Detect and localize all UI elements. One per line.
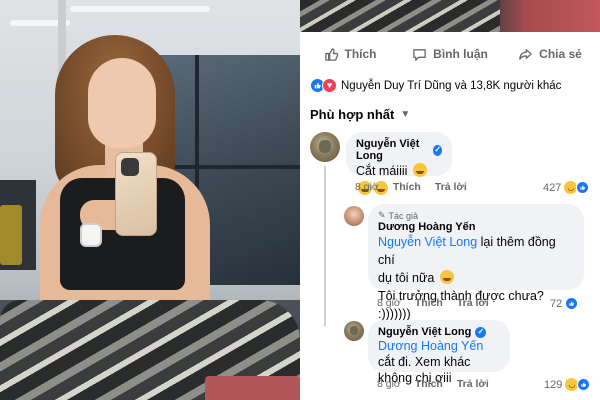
comment-label: Bình luận [433,47,488,61]
comment-meta: 8 giờ Thích Trả lời [377,297,489,309]
avatar[interactable] [344,321,364,341]
chevron-down-icon: ▼ [400,109,411,120]
nerd-face-icon [439,270,454,284]
facebook-post-panel: Thích Bình luận Chia sẻ ♥ Nguyễn Duy Trí… [300,0,600,400]
comment-author[interactable]: Dương Hoàng Yến [378,221,475,233]
comment-bubble: Nguyễn Việt Long ✓ Cắt máiiii [346,132,452,195]
like-button[interactable]: Thích [300,40,400,68]
verified-badge-icon: ✓ [433,144,442,156]
woman-face [88,58,156,148]
share-icon [519,48,532,60]
share-label: Chia sẻ [539,47,582,61]
phone [115,152,157,236]
comment-reaction-count[interactable]: 72 [550,297,579,310]
sort-label: Phù hợp nhất [310,107,395,122]
comment-like-button[interactable]: Thích [393,181,421,193]
reactions-text: Nguyễn Duy Trí Dũng và 13,8K người khác [341,79,562,92]
comment-time[interactable]: 8 giờ [355,181,379,193]
photo-strip[interactable] [300,0,600,32]
pencil-icon: ✎ [378,210,386,220]
post-photo[interactable] [0,0,300,400]
post-actions-bar: Thích Bình luận Chia sẻ [300,40,600,68]
love-reaction-icon: ♥ [322,78,337,93]
ceiling-light [70,6,210,12]
reply-bubble: Nguyễn Việt Long ✓ Dương Hoàng Yến cắt đ… [368,320,510,385]
author-tag: ✎ Tác giả [378,210,419,221]
comment-reply-button[interactable]: Trả lời [457,378,489,390]
share-button[interactable]: Chia sẻ [500,40,600,68]
grinning-face-icon [412,163,427,177]
avatar[interactable] [344,206,364,226]
phone-camera [121,158,139,176]
comment-reaction-count[interactable]: 129 ◡ [544,378,591,391]
comment-time[interactable]: 8 giờ [377,378,401,390]
comment-meta: 8 giờ Thích Trả lời [377,378,489,390]
mention-link[interactable]: Nguyễn Việt Long [378,235,477,249]
weight-plate [0,205,22,265]
comment-reply-button[interactable]: Trả lời [435,181,467,193]
comment-like-button[interactable]: Thích [415,378,443,390]
gym-bench [205,376,300,400]
comment-text: Nguyễn Việt Long lại thêm đồng chí dụ tô… [378,235,556,321]
avatar[interactable] [310,132,340,162]
thread-line [324,166,326,326]
reactions-summary[interactable]: ♥ Nguyễn Duy Trí Dũng và 13,8K người khá… [310,78,561,93]
mention-link[interactable]: Dương Hoàng Yến [378,339,483,353]
like-emoji-icon [576,181,590,194]
comment-author[interactable]: Nguyễn Việt Long [378,326,471,338]
smartwatch [80,223,102,247]
verified-badge-icon: ✓ [475,326,487,338]
comment-icon [413,48,426,61]
like-emoji-icon [565,297,579,310]
comment-author[interactable]: Nguyễn Việt Long [356,138,429,162]
comment-button[interactable]: Bình luận [400,40,500,68]
reply-bubble: ✎ Tác giả Dương Hoàng Yến Nguyễn Việt Lo… [368,204,584,321]
comment-reply-button[interactable]: Trả lời [457,297,489,309]
comment-like-button[interactable]: Thích [415,297,443,309]
comment-sort-dropdown[interactable]: Phù hợp nhất ▼ [310,107,410,122]
comment-time[interactable]: 8 giờ [377,297,401,309]
comment-meta: 8 giờ Thích Trả lời [355,181,467,193]
comment-reaction-count[interactable]: 427 ◡ [543,181,590,194]
like-label: Thích [344,47,377,61]
like-emoji-icon [577,378,591,391]
thumbs-up-icon [324,47,338,61]
